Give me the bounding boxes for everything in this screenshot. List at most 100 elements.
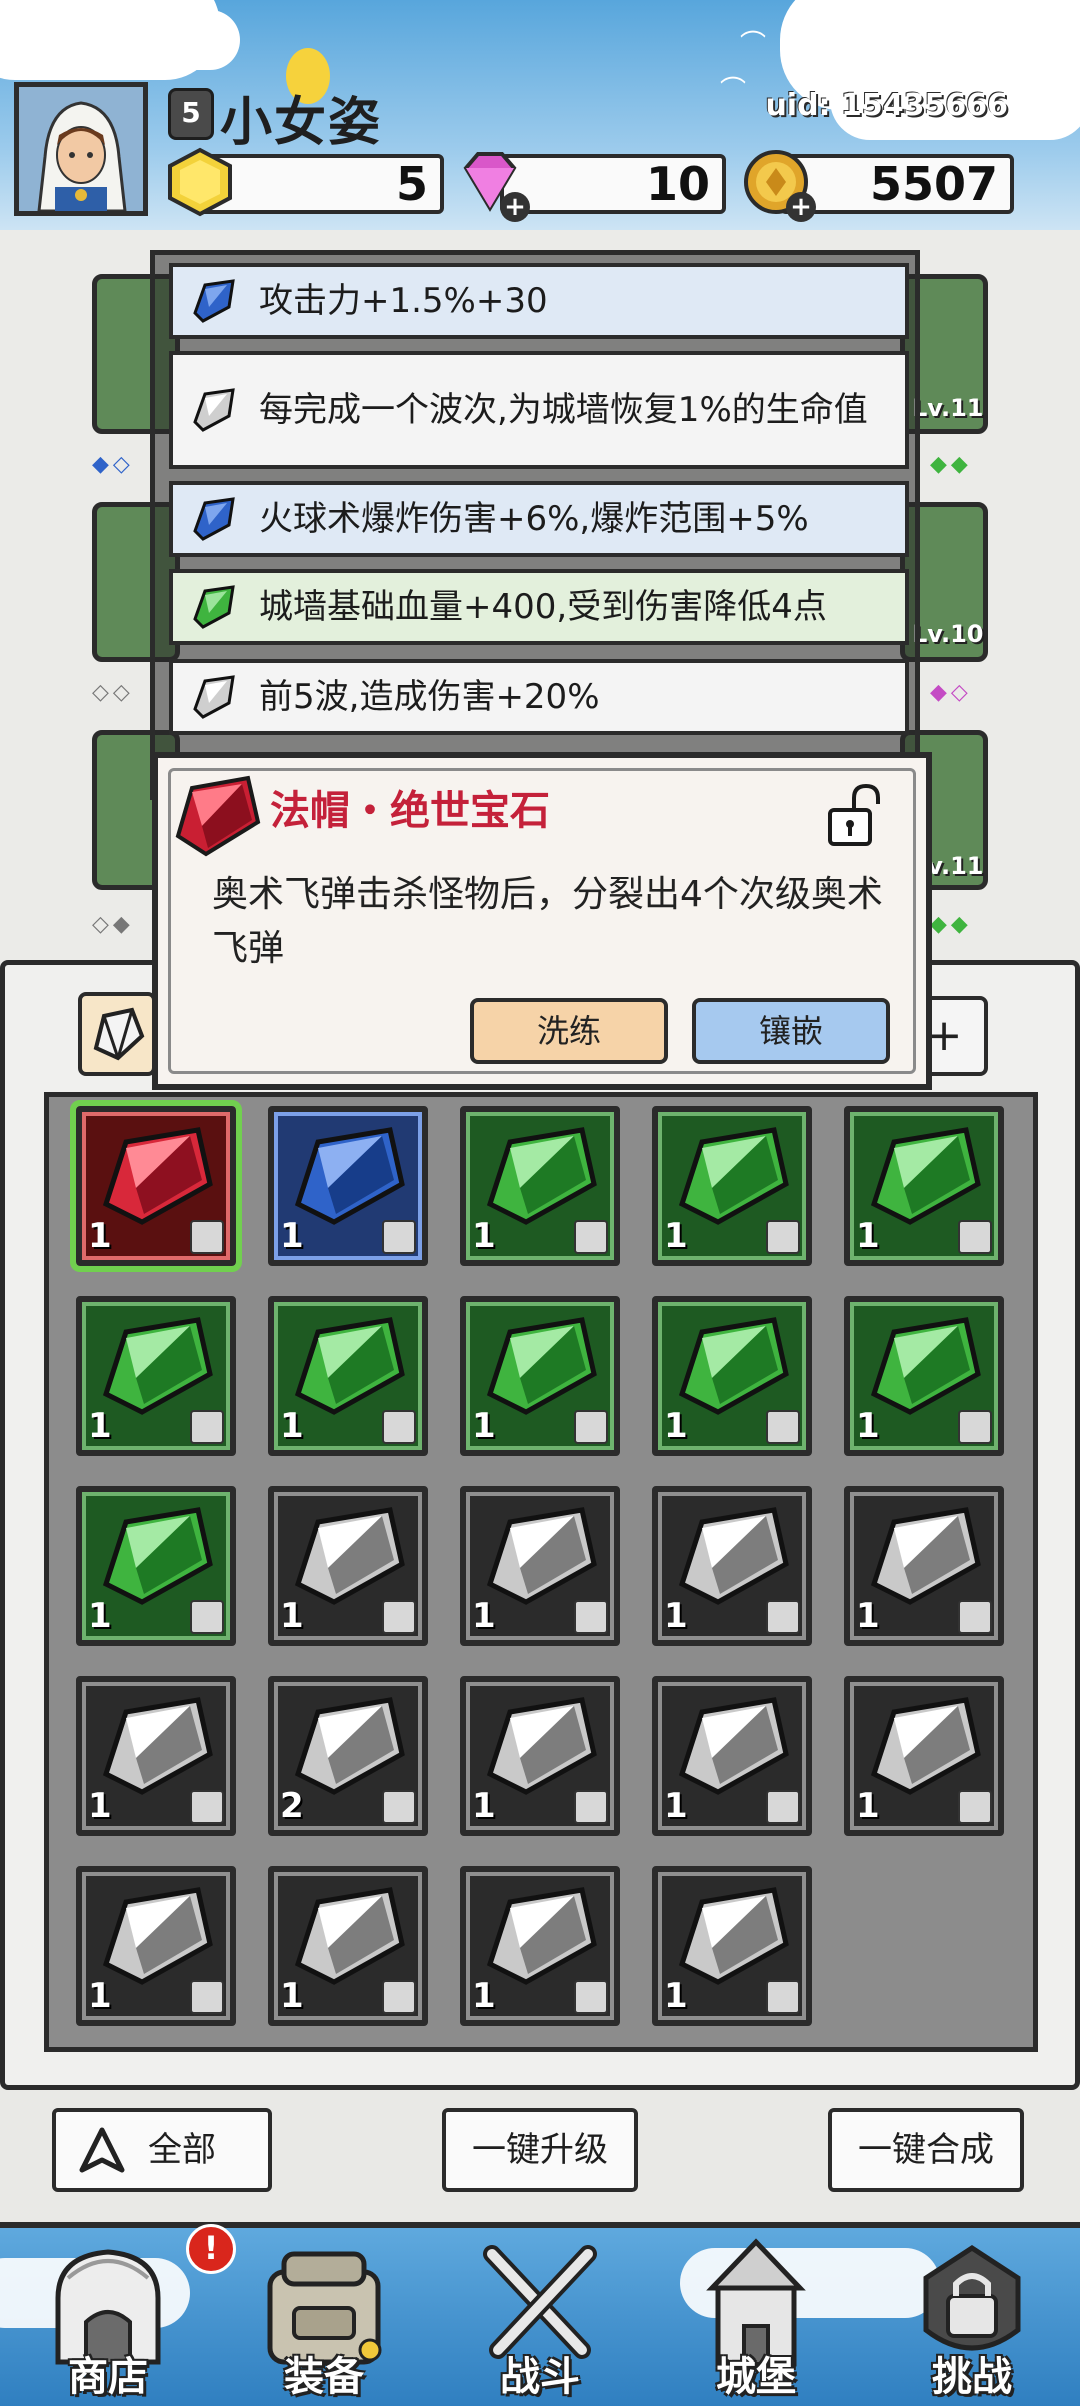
nav-label: 装备 xyxy=(284,2354,364,2400)
green-gem-icon xyxy=(870,1317,981,1415)
gem-slot-indicators: ◆◇ xyxy=(930,680,972,705)
merge-all-button[interactable]: 一键合成 xyxy=(828,2108,1024,2192)
gem-cell[interactable]: 1 xyxy=(268,1486,428,1646)
upgrade-all-button[interactable]: 一键升级 xyxy=(442,2108,638,2192)
nav-label: 战斗 xyxy=(500,2354,580,2400)
gem-cell[interactable]: 1 xyxy=(70,1100,242,1272)
hat-slot-icon xyxy=(766,1790,800,1824)
white-gem-icon xyxy=(486,1887,597,1985)
gem-cell[interactable]: 1 xyxy=(460,1866,620,2026)
triangle-filter-icon xyxy=(79,2127,125,2173)
gem-cell[interactable]: 1 xyxy=(268,1866,428,2026)
armor-slot-icon xyxy=(382,1220,416,1254)
red-gem-icon xyxy=(175,775,261,857)
green-gem-icon xyxy=(870,1127,981,1225)
nav-equipment[interactable]: 装备 xyxy=(216,2228,432,2406)
gem-cell[interactable]: 1 xyxy=(652,1676,812,1836)
gem-cell[interactable]: 1 xyxy=(652,1296,812,1456)
gem-cell[interactable]: 1 xyxy=(652,1486,812,1646)
inlay-button[interactable]: 镶嵌 xyxy=(692,998,890,1064)
staff-slot-icon xyxy=(190,1600,224,1634)
green-gem-icon xyxy=(193,585,235,629)
gem-count: 1 xyxy=(664,1976,688,2016)
ring-slot-icon xyxy=(574,1600,608,1634)
popup-title: 法帽・绝世宝石 xyxy=(270,787,550,834)
gem-outline-icon xyxy=(93,1007,145,1061)
white-gem-icon xyxy=(294,1697,405,1795)
gem-cell[interactable]: 1 xyxy=(652,1106,812,1266)
white-gem-icon xyxy=(102,1887,213,1985)
gem-filter-tab[interactable] xyxy=(78,992,156,1076)
nav-battle[interactable]: 战斗 xyxy=(432,2228,648,2406)
boots-slot-icon xyxy=(382,1790,416,1824)
nav-shop[interactable]: 商店 xyxy=(0,2228,216,2406)
blue-gem-icon xyxy=(193,497,235,541)
player-avatar[interactable] xyxy=(14,82,148,216)
add-coin-button[interactable]: + xyxy=(786,192,816,222)
green-gem-icon xyxy=(294,1317,405,1415)
gem-detail-popup: 法帽・绝世宝石 奥术飞弹击杀怪物后，分裂出4个次级奥术飞弹 洗练 镶嵌 xyxy=(152,752,932,1090)
gem-cell[interactable]: 1 xyxy=(844,1106,1004,1266)
white-gem-icon xyxy=(294,1507,405,1605)
gem-count: 1 xyxy=(280,1596,304,1636)
gem-count: 1 xyxy=(664,1596,688,1636)
effect-text: 火球术爆炸伤害+6%,爆炸范围+5% xyxy=(259,499,809,539)
white-gem-icon xyxy=(102,1697,213,1795)
green-gem-icon xyxy=(486,1127,597,1225)
nav-label: 挑战 xyxy=(932,2354,1012,2400)
white-gem-icon xyxy=(678,1697,789,1795)
gem-cell[interactable]: 1 xyxy=(460,1296,620,1456)
player-level-badge: 5 xyxy=(168,88,214,140)
armor-slot-icon xyxy=(766,1410,800,1444)
gem-cell[interactable]: 1 xyxy=(76,1866,236,2026)
player-name: 小女姿 xyxy=(220,92,383,153)
gem-cell[interactable]: 1 xyxy=(844,1486,1004,1646)
gem-count: 1 xyxy=(472,1216,496,1256)
gem-slot-indicators: ◆◆ xyxy=(930,912,972,937)
nav-challenge[interactable]: 挑战 xyxy=(864,2228,1080,2406)
gem-cell[interactable]: 1 xyxy=(76,1676,236,1836)
hat-slot-icon xyxy=(958,1790,992,1824)
gem-cell[interactable]: 1 xyxy=(460,1676,620,1836)
gem-cell[interactable]: 1 xyxy=(268,1106,428,1266)
armor-slot-icon xyxy=(766,1600,800,1634)
gem-cell[interactable]: 1 xyxy=(460,1486,620,1646)
white-gem-icon xyxy=(870,1507,981,1605)
white-gem-icon xyxy=(193,388,235,432)
gem-count: 1 xyxy=(88,1596,112,1636)
effect-text: 攻击力+1.5%+30 xyxy=(259,281,548,321)
gem-slot-indicators: ◇◇ xyxy=(92,680,134,705)
white-gem-icon xyxy=(870,1697,981,1795)
green-gem-icon xyxy=(486,1317,597,1415)
staff-slot-icon xyxy=(574,1790,608,1824)
gem-cell[interactable]: 1 xyxy=(460,1106,620,1266)
gem-cell[interactable]: 1 xyxy=(844,1296,1004,1456)
bottom-navigation: 商店 装备 战斗 城堡 挑战 xyxy=(0,2222,1080,2406)
white-gem-icon xyxy=(678,1887,789,1985)
armor-slot-icon xyxy=(382,1410,416,1444)
gem-count: 1 xyxy=(88,1786,112,1826)
refine-button[interactable]: 洗练 xyxy=(470,998,668,1064)
effect-row: 火球术爆炸伤害+6%,爆炸范围+5% xyxy=(169,481,909,557)
effect-text: 前5波,造成伤害+20% xyxy=(259,677,600,717)
unlock-icon[interactable] xyxy=(824,782,882,848)
gem-cell[interactable]: 1 xyxy=(844,1676,1004,1836)
nav-castle[interactable]: 城堡 xyxy=(648,2228,864,2406)
gem-slot-indicators: ◆◆ xyxy=(930,452,972,477)
white-gem-icon xyxy=(486,1507,597,1605)
ring-slot-icon xyxy=(190,1410,224,1444)
gem-cell[interactable]: 1 xyxy=(268,1296,428,1456)
boots-slot-icon xyxy=(190,1790,224,1824)
gem-count: 1 xyxy=(88,1976,112,2016)
gem-cell[interactable]: 2 xyxy=(268,1676,428,1836)
ring-slot-icon xyxy=(574,1220,608,1254)
equipment-level: Lv.11 xyxy=(912,394,984,422)
equipment-level: Lv.10 xyxy=(912,620,984,648)
white-gem-icon xyxy=(193,675,235,719)
filter-all-button[interactable]: 全部 xyxy=(52,2108,272,2192)
gem-cell[interactable]: 1 xyxy=(76,1486,236,1646)
gem-cell[interactable]: 1 xyxy=(652,1866,812,2026)
add-diamond-button[interactable]: + xyxy=(500,192,530,222)
effect-text: 城墙基础血量+400,受到伤害降低4点 xyxy=(259,587,827,627)
gem-cell[interactable]: 1 xyxy=(76,1296,236,1456)
